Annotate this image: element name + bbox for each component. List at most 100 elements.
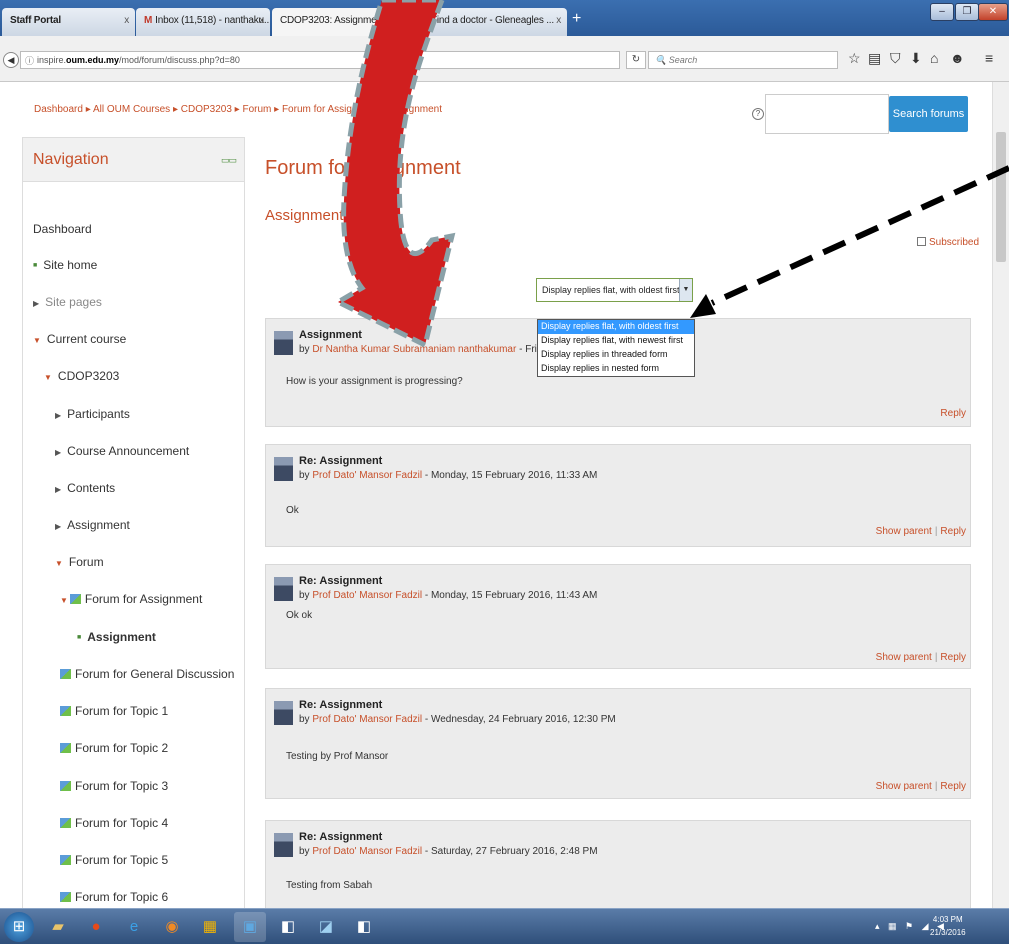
author-link[interactable]: Prof Dato' Mansor Fadzil	[312, 590, 422, 601]
bookmark-star-icon[interactable]: ☆	[848, 50, 861, 67]
tab-staff-portal[interactable]: Staff Portal x	[2, 8, 135, 36]
help-icon[interactable]: ?	[752, 108, 764, 120]
internet-explorer-icon[interactable]: e	[118, 912, 150, 942]
collapse-arrow-icon: ▼	[44, 373, 52, 382]
reload-icon[interactable]: ↻	[626, 51, 646, 69]
nav-label: Forum for Topic 4	[75, 816, 169, 830]
profile-icon[interactable]: ☻	[950, 50, 965, 66]
download-icon[interactable]: ⬇	[910, 50, 922, 67]
app-grid-icon[interactable]: ▦	[194, 912, 226, 942]
show-parent-link[interactable]: Show parent	[876, 652, 932, 663]
window-app-icon[interactable]: ◧	[272, 912, 304, 942]
nav-forum-topic-4[interactable]: Forum for Topic 4	[60, 816, 168, 830]
document-app-icon[interactable]: ◪	[310, 912, 342, 942]
reply-link[interactable]: Reply	[940, 781, 966, 792]
collapse-arrow-icon: ▼	[33, 336, 41, 345]
nav-forum-topic-5[interactable]: Forum for Topic 5	[60, 853, 168, 867]
author-link[interactable]: Dr Nantha Kumar Subramaniam nanthakumar	[312, 344, 516, 355]
reply-link[interactable]: Reply	[940, 526, 966, 537]
search-forums-button[interactable]: Search forums	[889, 96, 968, 132]
minimize-icon[interactable]: –	[930, 3, 954, 21]
tab-inbox[interactable]: M Inbox (11,518) - nanthaku... x	[136, 8, 270, 36]
nav-course-announcement[interactable]: ▶ Course Announcement	[55, 444, 189, 458]
tab-find-doctor[interactable]: Find a doctor - Gleneagles ... x	[413, 8, 567, 36]
new-tab-icon[interactable]: +	[572, 11, 581, 27]
window-app-icon[interactable]: ◧	[348, 912, 380, 942]
close-tab-icon[interactable]: x	[259, 15, 264, 26]
search-forums-input[interactable]	[765, 94, 889, 134]
nav-current-course[interactable]: ▼ Current course	[33, 332, 126, 346]
nav-forum-general-discussion[interactable]: Forum for General Discussion	[60, 667, 234, 681]
nav-label: Course Announcement	[67, 444, 190, 458]
display-mode-option[interactable]: Display replies in threaded form	[538, 348, 694, 362]
nav-forum-topic-6[interactable]: Forum for Topic 6	[60, 890, 168, 904]
back-arrow-icon[interactable]: ◀	[3, 52, 19, 68]
breadcrumb[interactable]: Dashboard ▸ All OUM Courses ▸ CDOP3203 ▸…	[34, 104, 442, 115]
nav-participants[interactable]: ▶ Participants	[55, 407, 130, 421]
nav-forum-topic-2[interactable]: Forum for Topic 2	[60, 741, 168, 755]
pocket-icon[interactable]: ⛉	[890, 50, 901, 67]
scrollbar-thumb[interactable]	[996, 132, 1006, 262]
avatar[interactable]	[274, 577, 293, 601]
nav-contents[interactable]: ▶ Contents	[55, 481, 115, 495]
show-parent-link[interactable]: Show parent	[876, 526, 932, 537]
display-mode-select[interactable]: Display replies flat, with oldest first …	[536, 278, 693, 302]
vertical-scrollbar[interactable]	[992, 82, 1009, 908]
display-mode-option[interactable]: Display replies flat, with oldest first	[538, 320, 694, 334]
forum-icon	[60, 855, 71, 865]
avatar[interactable]	[274, 833, 293, 857]
by-text: by	[299, 344, 310, 355]
reply-link[interactable]: Reply	[940, 652, 966, 663]
author-link[interactable]: Prof Dato' Mansor Fadzil	[312, 846, 422, 857]
show-parent-link[interactable]: Show parent	[876, 781, 932, 792]
nav-forum-topic-3[interactable]: Forum for Topic 3	[60, 779, 168, 793]
nav-forum-topic-1[interactable]: Forum for Topic 1	[60, 704, 168, 718]
author-link[interactable]: Prof Dato' Mansor Fadzil	[312, 714, 422, 725]
tab-cdop3203-assignment[interactable]: CDOP3203: Assignment	[272, 8, 412, 36]
avatar[interactable]	[274, 331, 293, 355]
nav-label: Site pages	[45, 295, 102, 309]
chrome-icon[interactable]: ●	[80, 912, 112, 942]
nav-site-pages[interactable]: ▶ Site pages	[33, 295, 102, 309]
subscribed-toggle[interactable]: Subscribed	[917, 237, 979, 248]
avatar[interactable]	[274, 701, 293, 725]
info-icon[interactable]: ⓘ	[25, 54, 34, 67]
nav-course-cdop3203[interactable]: ▼ CDOP3203	[44, 369, 119, 383]
nav-assignment-current[interactable]: ■ Assignment	[77, 630, 156, 644]
chevron-down-icon[interactable]: ▼	[679, 279, 692, 301]
dock-icon[interactable]: ▭▭	[221, 155, 237, 166]
nav-dashboard[interactable]: Dashboard	[33, 222, 92, 236]
address-bar[interactable]: ⓘ inspire.oum.edu.my/mod/forum/discuss.p…	[20, 51, 620, 69]
nav-site-home[interactable]: ■ Site home	[33, 258, 97, 272]
nav-forum[interactable]: ▼ Forum	[55, 555, 104, 569]
reply-link[interactable]: Reply	[940, 408, 966, 419]
nav-assignment-section[interactable]: ▶ Assignment	[55, 518, 130, 532]
separator: |	[934, 652, 938, 663]
home-icon[interactable]: ⌂	[930, 50, 938, 66]
author-link[interactable]: Prof Dato' Mansor Fadzil	[312, 470, 422, 481]
close-window-icon[interactable]: ✕	[978, 3, 1008, 21]
restore-icon[interactable]: ❐	[955, 3, 979, 21]
file-explorer-icon[interactable]: ▰	[42, 912, 74, 942]
close-tab-icon[interactable]: x	[124, 15, 129, 26]
network-app-icon[interactable]: ▣	[234, 912, 266, 942]
nav-label: Forum for Assignment	[84, 592, 203, 606]
start-button-icon[interactable]: ⊞	[4, 912, 34, 942]
close-tab-icon[interactable]: x	[556, 15, 561, 26]
post-date: - Wednesday, 24 February 2016, 12:30 PM	[422, 714, 616, 725]
clock[interactable]: 4:03 PM 21/3/2016	[930, 913, 966, 939]
avatar[interactable]	[274, 457, 293, 481]
nav-forum-for-assignment[interactable]: ▼ Forum for Assignment	[60, 592, 202, 606]
menu-icon[interactable]: ≡	[985, 50, 993, 66]
firefox-icon[interactable]: ◉	[156, 912, 188, 942]
post-byline: by Prof Dato' Mansor Fadzil - Saturday, …	[299, 846, 598, 857]
display-mode-option[interactable]: Display replies flat, with newest first	[538, 334, 694, 348]
tab-label: Staff Portal	[10, 15, 61, 26]
reading-list-icon[interactable]: ▤	[868, 50, 881, 67]
display-mode-option[interactable]: Display replies in nested form	[538, 362, 694, 376]
post-actions: Show parent | Reply	[876, 781, 966, 792]
nav-label: Forum for Topic 5	[75, 853, 169, 867]
browser-search-input[interactable]: 🔍 Search	[648, 51, 838, 69]
post-message: Ok	[286, 505, 299, 516]
by-text: by	[299, 846, 310, 857]
